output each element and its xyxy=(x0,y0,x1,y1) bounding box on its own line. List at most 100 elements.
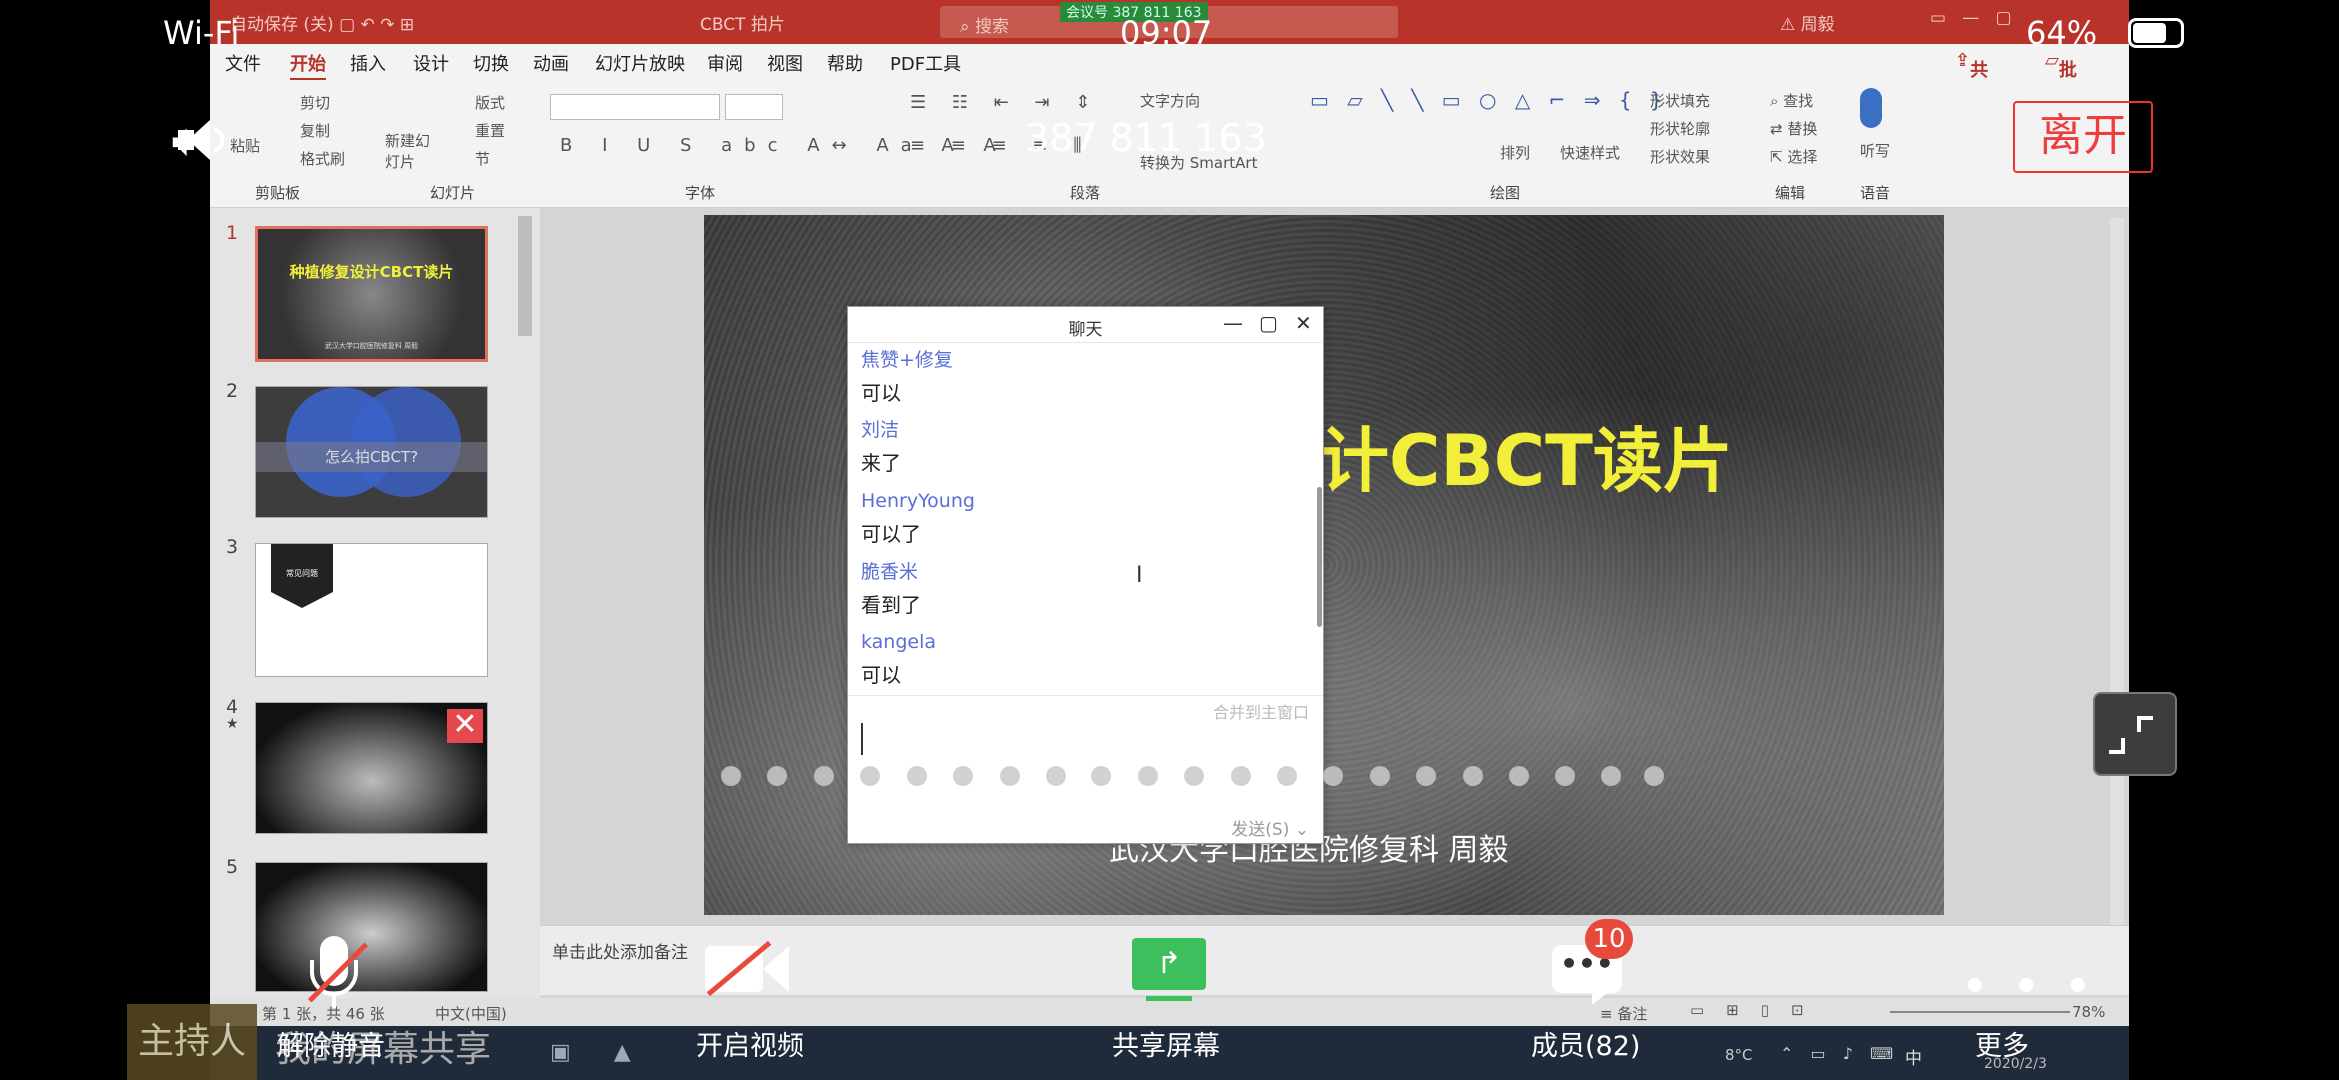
canvas-scrollbar[interactable] xyxy=(2110,218,2124,978)
taskbar-tray-icons[interactable]: ⌃ ▭ ♪ ⌨ xyxy=(1780,1044,1899,1063)
group-editing: 编辑 xyxy=(1775,184,1806,202)
share-screen-button[interactable]: ↱ xyxy=(1132,938,1206,1002)
thumb-slide-3[interactable]: 常见问题 xyxy=(255,543,488,677)
send-button[interactable]: 发送(S) ⌄ xyxy=(1231,815,1309,840)
chat-title: 聊天 xyxy=(1068,320,1103,340)
thumb-4-star: ★ xyxy=(226,716,239,732)
copy-button[interactable]: 复制 xyxy=(300,120,330,141)
thumb-slide-2[interactable]: 怎么拍CBCT? xyxy=(255,386,488,518)
shapes-gallery[interactable]: ▭ ▱ ╲ ╲ ▭ ○ △ ⌐ ⇒ { } xyxy=(1310,88,1669,112)
merge-to-main-link[interactable]: 合并到主窗口 xyxy=(1213,699,1309,723)
paste-button[interactable]: 粘贴 xyxy=(230,135,260,156)
chat-sender: 脆香米 xyxy=(861,561,919,583)
view-buttons[interactable]: ▭⊞▯⊡ xyxy=(1690,1001,1826,1019)
thumb-scrollbar[interactable] xyxy=(518,216,532,336)
search-placeholder: 搜索 xyxy=(974,17,1009,37)
replace-button[interactable]: ⇄ 替换 xyxy=(1770,118,1817,139)
menu-pdf[interactable]: PDF工具 xyxy=(890,50,961,76)
start-video-label: 开启视频 xyxy=(696,1031,804,1062)
thumb-slide-4[interactable]: ✕ xyxy=(255,702,488,834)
menu-file[interactable]: 文件 xyxy=(225,50,261,76)
wifi-status: Wi-Fi xyxy=(163,14,240,52)
close-icon[interactable]: ✕ xyxy=(1295,311,1312,335)
loading-dot xyxy=(1138,766,1158,786)
menu-transitions[interactable]: 切换 xyxy=(473,50,509,76)
menu-review[interactable]: 审阅 xyxy=(707,50,743,76)
mic-icon xyxy=(1860,88,1882,128)
menu-view[interactable]: 视图 xyxy=(767,50,803,76)
dictate-button[interactable]: 听写 xyxy=(1860,140,1890,161)
loading-dot xyxy=(814,766,834,786)
format-painter-button[interactable]: 格式刷 xyxy=(300,148,345,169)
loading-dot xyxy=(1555,766,1575,786)
section-button[interactable]: 节 xyxy=(475,148,490,169)
chat-message: 可以 xyxy=(861,381,901,405)
chat-sender: 焦赞+修复 xyxy=(861,349,953,371)
unmute-button[interactable] xyxy=(280,930,390,1030)
text-cursor-icon: I xyxy=(1136,563,1143,588)
share-button[interactable]: ⇪ 共享 xyxy=(1955,50,1988,107)
battery-icon xyxy=(2128,18,2184,48)
loading-dot xyxy=(1463,766,1483,786)
new-slide-button[interactable]: 新建幻灯片 xyxy=(385,130,435,172)
shape-effects-button[interactable]: 形状效果 xyxy=(1650,146,1710,167)
thumb-number: 3 xyxy=(226,536,239,558)
group-paragraph: 段落 xyxy=(1070,184,1101,202)
close-icon[interactable]: ✕ xyxy=(447,709,483,743)
loading-dot xyxy=(907,766,927,786)
text-direction-button[interactable]: 文字方向 xyxy=(1140,90,1200,111)
shape-outline-button[interactable]: 形状轮廓 xyxy=(1650,118,1710,139)
group-font: 字体 xyxy=(685,184,716,202)
start-video-button[interactable] xyxy=(705,940,795,1000)
chat-sender: 刘洁 xyxy=(861,419,900,441)
taskbar-ime[interactable]: 中 xyxy=(1905,1044,1922,1069)
unmute-label: 解除静音 xyxy=(277,1031,385,1062)
shape-fill-button[interactable]: 形状填充 xyxy=(1650,90,1710,111)
collapse-button[interactable] xyxy=(2093,692,2177,776)
loading-dot xyxy=(860,766,880,786)
find-button[interactable]: ⌕ 查找 xyxy=(1770,90,1813,111)
speaker-icon[interactable] xyxy=(174,116,226,164)
layout-button[interactable]: 版式 xyxy=(475,92,505,113)
menu-design[interactable]: 设计 xyxy=(413,50,449,76)
arrange-button[interactable]: 排列 xyxy=(1500,142,1530,163)
ppt-user[interactable]: ⚠ 周毅 xyxy=(1780,10,1835,35)
thumb-number: 1 xyxy=(226,222,239,244)
chat-sender: kangela xyxy=(861,631,937,653)
select-button[interactable]: ⇱ 选择 xyxy=(1770,146,1817,167)
chat-input[interactable] xyxy=(848,721,1323,801)
loading-dot xyxy=(953,766,973,786)
comments-button[interactable]: ▱ 批注 xyxy=(2045,50,2077,107)
more-icon[interactable]: • • • xyxy=(1962,964,2097,1010)
chat-message: 看到了 xyxy=(861,593,921,617)
chat-window[interactable]: 聊天 — ▢ ✕ 焦赞+修复 可以 刘洁 来了 HenryYoung 可以了 脆… xyxy=(847,306,1324,844)
maximize-icon[interactable]: ▢ xyxy=(1259,311,1278,335)
quick-styles-button[interactable]: 快速样式 xyxy=(1560,142,1620,163)
host-badge: 主持人 xyxy=(127,1004,257,1080)
cut-button[interactable]: 剪切 xyxy=(300,92,330,113)
menu-help[interactable]: 帮助 xyxy=(827,50,863,76)
leave-meeting-button[interactable]: 离开 xyxy=(2013,101,2153,173)
menu-home[interactable]: 开始 xyxy=(290,50,326,81)
reset-button[interactable]: 重置 xyxy=(475,120,505,141)
minimize-icon[interactable]: — xyxy=(1223,311,1243,335)
clock: 09:07 xyxy=(1120,14,1213,52)
chat-message: 可以 xyxy=(861,663,901,687)
ppt-status-bar: 第 1 张，共 46 张 中文(中国) ≡ 备注 ▭⊞▯⊡ 78% xyxy=(210,998,2129,1026)
menu-slideshow[interactable]: 幻灯片放映 xyxy=(595,50,685,76)
loading-dot xyxy=(1416,766,1436,786)
share-screen-icon: ↱ xyxy=(1132,938,1206,990)
list-buttons[interactable]: ☰ ☷ ⇤ ⇥ ⇕ xyxy=(910,92,1100,113)
thumb-slide-1[interactable]: 种植修复设计CBCT读片 武汉大学口腔医院修复科 周毅 xyxy=(255,226,488,362)
taskbar-app-icons[interactable]: ▣ ▲ xyxy=(550,1040,649,1065)
chat-scrollbar[interactable] xyxy=(1317,487,1322,627)
zoom-slider[interactable] xyxy=(1890,1011,2070,1013)
mic-muted-icon xyxy=(332,994,336,1008)
menu-insert[interactable]: 插入 xyxy=(350,50,386,76)
menu-animations[interactable]: 动画 xyxy=(533,50,569,76)
thumb-number: 5 xyxy=(226,856,239,878)
font-size-box[interactable] xyxy=(725,94,783,120)
font-name-box[interactable] xyxy=(550,94,720,120)
window-controls[interactable]: ▭ — ▢ xyxy=(1930,8,2012,28)
loading-dot xyxy=(721,766,741,786)
